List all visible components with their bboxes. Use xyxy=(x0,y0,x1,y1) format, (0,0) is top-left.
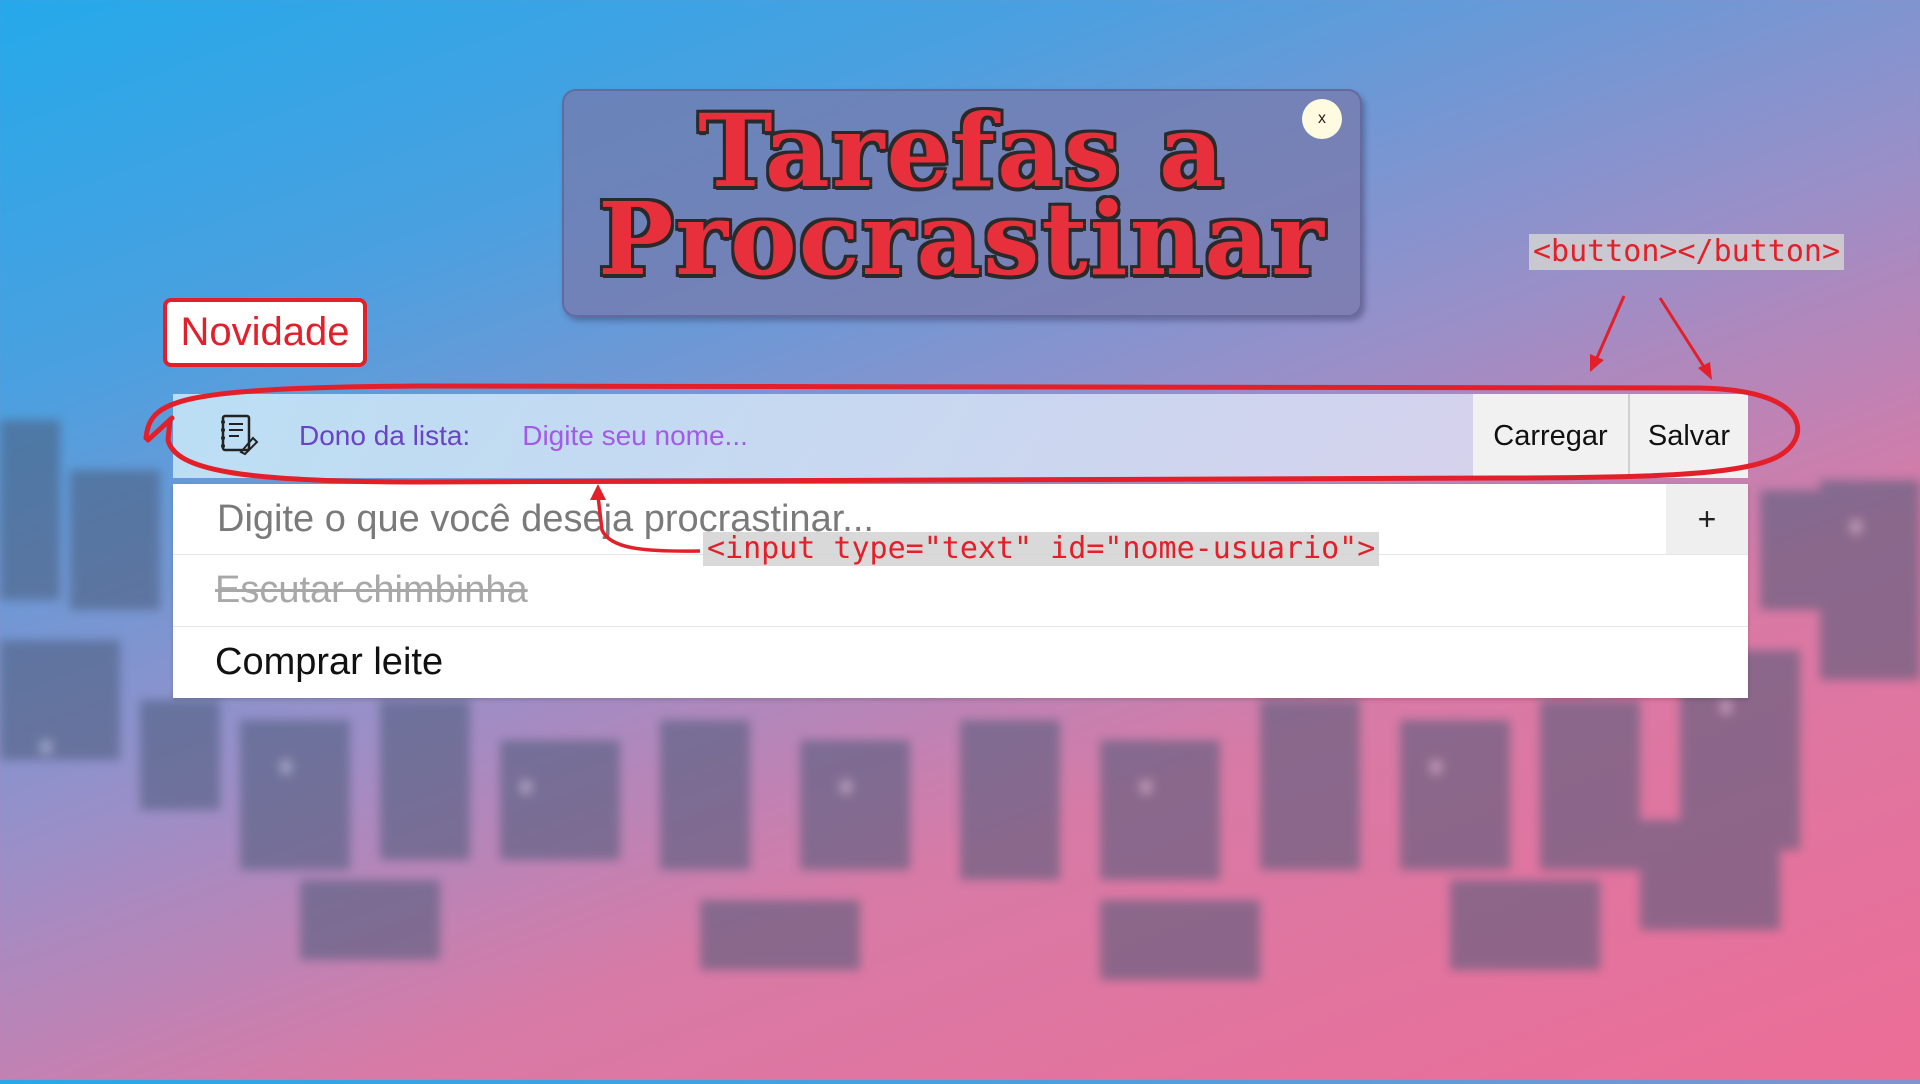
page-title: Tarefas a Procrastinar xyxy=(564,91,1360,289)
annotation-arrow-right xyxy=(1658,297,1708,371)
annotation-ellipse-tail xyxy=(145,415,175,443)
annotation-arrowhead-left xyxy=(1590,354,1604,372)
save-button[interactable]: Salvar xyxy=(1630,394,1748,478)
button-code-label: <button></button> xyxy=(1529,234,1845,270)
annotation-arrow-left xyxy=(1594,295,1626,361)
owner-name-input[interactable] xyxy=(520,405,1425,467)
title-card: Tarefas a Procrastinar x xyxy=(562,89,1362,317)
owner-label: Dono da lista: xyxy=(299,420,471,451)
novidade-badge: Novidade xyxy=(163,298,367,367)
list-item[interactable]: Comprar leite xyxy=(173,627,1748,698)
owner-bar: Dono da lista: Carregar Salvar xyxy=(173,394,1748,478)
load-button[interactable]: Carregar xyxy=(1473,394,1630,478)
add-task-button[interactable]: + xyxy=(1666,484,1748,554)
close-button[interactable]: x xyxy=(1302,99,1342,139)
annotation-arrowhead-right xyxy=(1698,362,1712,380)
notebook-icon xyxy=(173,412,259,460)
page-title-line2: Procrastinar xyxy=(598,180,1326,298)
input-code-label: <input type="text" id="nome-usuario"> xyxy=(703,532,1380,566)
todo-list: + Escutar chimbinha Comprar leite xyxy=(173,484,1748,698)
